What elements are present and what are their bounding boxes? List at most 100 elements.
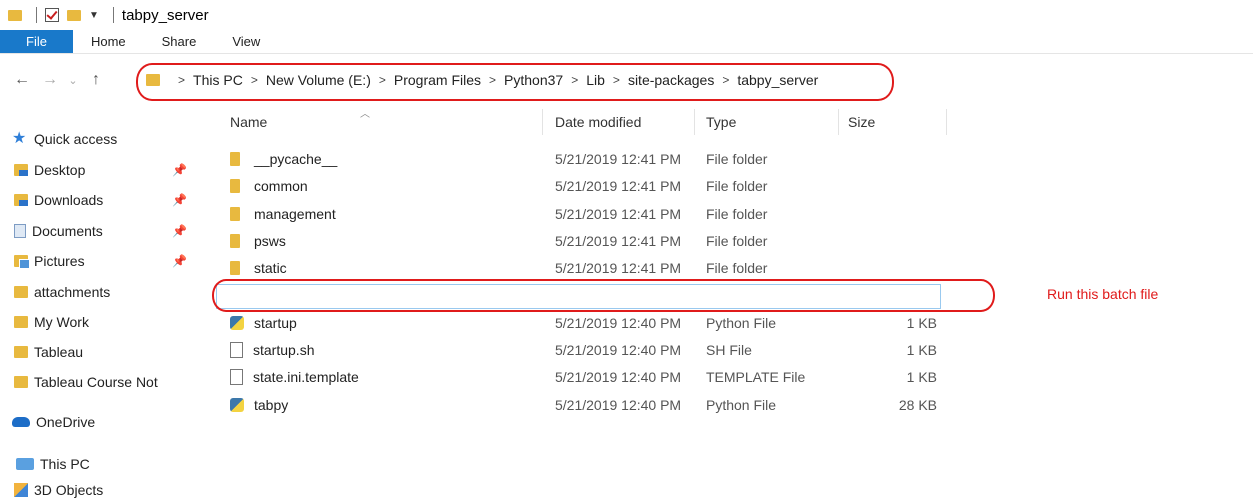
pin-icon[interactable]: 📌 — [172, 254, 187, 268]
file-name: startup.sh — [253, 341, 315, 358]
desktop-folder-icon — [14, 164, 28, 176]
file-name-cell: psws — [230, 227, 286, 254]
sidebar-item-desktop[interactable]: Desktop — [14, 157, 85, 183]
address-annotation-outline — [136, 63, 894, 101]
sidebar-item-pictures[interactable]: Pictures — [14, 248, 85, 274]
file-type: File folder — [706, 259, 768, 276]
file-name: startup — [254, 314, 297, 331]
folder-icon[interactable] — [8, 9, 22, 21]
sidebar-item-label: OneDrive — [36, 414, 96, 430]
folder-icon — [230, 233, 240, 248]
cloud-icon — [12, 417, 30, 427]
sidebar-item-label: My Work — [34, 314, 89, 330]
recent-locations-chevron-icon[interactable]: ⌄ — [64, 74, 82, 87]
sidebar-item-label: Quick access — [34, 131, 118, 147]
computer-icon — [16, 458, 34, 470]
python-file-icon — [230, 397, 244, 412]
title-separator — [112, 7, 114, 23]
file-row[interactable]: tabpy 5/21/2019 12:40 PM Python File 28 KB — [212, 391, 942, 418]
column-header-date[interactable]: Date modified — [555, 109, 641, 135]
sort-ascending-icon: ︿ — [360, 109, 370, 120]
file-type: File folder — [706, 205, 768, 222]
file-type: File folder — [706, 177, 768, 194]
file-row[interactable]: state.ini.template 5/21/2019 12:40 PM TEMP… — [212, 363, 942, 390]
file-row[interactable]: management 5/21/2019 12:41 PM File folder — [212, 200, 942, 227]
pictures-icon — [14, 255, 30, 269]
tab-home[interactable]: Home — [73, 30, 144, 53]
file-row[interactable]: __pycache__ 5/21/2019 12:41 PM File folder — [212, 145, 942, 172]
file-date: 5/21/2019 12:41 PM — [555, 259, 682, 276]
column-header-name[interactable]: Name — [230, 109, 267, 135]
window-title: tabpy_server — [121, 6, 209, 24]
up-arrow-icon[interactable]: ↑ — [82, 71, 110, 89]
sidebar-item-tableau[interactable]: Tableau — [14, 339, 83, 365]
file-row[interactable]: common 5/21/2019 12:41 PM File folder — [212, 172, 942, 199]
sidebar-item-documents[interactable]: Documents — [14, 218, 103, 244]
customize-toolbar-caret-icon[interactable]: ▼ — [89, 10, 99, 21]
sidebar-item-tableau-course-not[interactable]: Tableau Course Not — [14, 369, 158, 395]
properties-check-icon[interactable] — [45, 8, 59, 22]
sidebar-item-label: Tableau — [34, 344, 84, 360]
file-date: 5/21/2019 12:41 PM — [555, 205, 682, 222]
file-name: psws — [254, 232, 286, 249]
sidebar-item-label: This PC — [40, 456, 90, 472]
ribbon-tabs: File Home Share View — [0, 30, 1253, 54]
file-size — [842, 145, 937, 172]
file-row[interactable]: startup 5/21/2019 12:40 PM Python File 1 KB — [212, 309, 942, 336]
file-type: Python File — [706, 314, 777, 331]
column-header-type[interactable]: Type — [706, 109, 736, 135]
tab-view[interactable]: View — [214, 30, 278, 53]
tab-file[interactable]: File — [0, 30, 73, 53]
sidebar-item-3d-objects[interactable]: 3D Objects — [14, 477, 103, 503]
file-name-cell: state.ini.template — [230, 363, 359, 390]
file-type: File folder — [706, 232, 768, 249]
file-type: Python File — [706, 396, 777, 413]
file-date: 5/21/2019 12:41 PM — [555, 150, 682, 167]
tab-share[interactable]: Share — [144, 30, 215, 53]
file-date: 5/21/2019 12:40 PM — [555, 396, 682, 413]
file-size — [842, 172, 937, 199]
column-divider[interactable] — [542, 109, 543, 135]
pin-icon[interactable]: 📌 — [172, 193, 187, 207]
sidebar-item-this-pc[interactable]: This PC — [16, 451, 90, 477]
text-file-icon — [230, 368, 243, 385]
title-bar: ▼ tabpy_server — [0, 0, 1253, 30]
new-folder-icon[interactable] — [67, 9, 81, 21]
sidebar-item-my-work[interactable]: My Work — [14, 309, 89, 335]
file-name-cell: startup — [230, 309, 297, 336]
sidebar-item-downloads[interactable]: Downloads — [14, 187, 103, 213]
pin-icon[interactable]: 📌 — [172, 163, 187, 177]
file-size: 1 KB — [906, 314, 937, 331]
file-type: File folder — [706, 150, 768, 167]
file-name: management — [254, 205, 336, 222]
file-name-cell: common — [230, 172, 308, 199]
file-size — [842, 227, 937, 254]
forward-arrow-icon[interactable]: → — [36, 71, 64, 89]
sidebar-item-label: Downloads — [34, 192, 104, 208]
file-size: 1 KB — [906, 341, 937, 358]
file-name-cell: __pycache__ — [230, 145, 337, 172]
file-row[interactable]: psws 5/21/2019 12:41 PM File folder — [212, 227, 942, 254]
file-row[interactable]: startup.sh 5/21/2019 12:40 PM SH File 1 KB — [212, 336, 942, 363]
sidebar-item-label: Tableau Course Not — [34, 374, 158, 390]
column-header-size[interactable]: Size — [848, 109, 875, 135]
back-arrow-icon[interactable]: ← — [8, 71, 36, 89]
column-divider[interactable] — [838, 109, 839, 135]
column-divider[interactable] — [694, 109, 695, 135]
pin-icon[interactable]: 📌 — [172, 224, 187, 238]
sidebar-item-label: Pictures — [34, 253, 85, 269]
file-date: 5/21/2019 12:40 PM — [555, 341, 682, 358]
folder-icon — [14, 316, 28, 328]
file-name: static — [254, 259, 287, 276]
file-name: state.ini.template — [253, 368, 359, 385]
column-divider[interactable] — [946, 109, 947, 135]
file-type: SH File — [706, 341, 752, 358]
file-size — [842, 200, 937, 227]
sidebar-item-onedrive[interactable]: OneDrive — [12, 409, 95, 435]
file-row[interactable]: static 5/21/2019 12:41 PM File folder — [212, 254, 942, 281]
sidebar-item-attachments[interactable]: attachments — [14, 279, 110, 305]
sidebar-item-label: Desktop — [34, 162, 86, 178]
star-icon: ★ — [12, 130, 27, 147]
file-date: 5/21/2019 12:40 PM — [555, 314, 682, 331]
sidebar-item-quick-access[interactable]: ★ Quick access — [12, 126, 117, 152]
